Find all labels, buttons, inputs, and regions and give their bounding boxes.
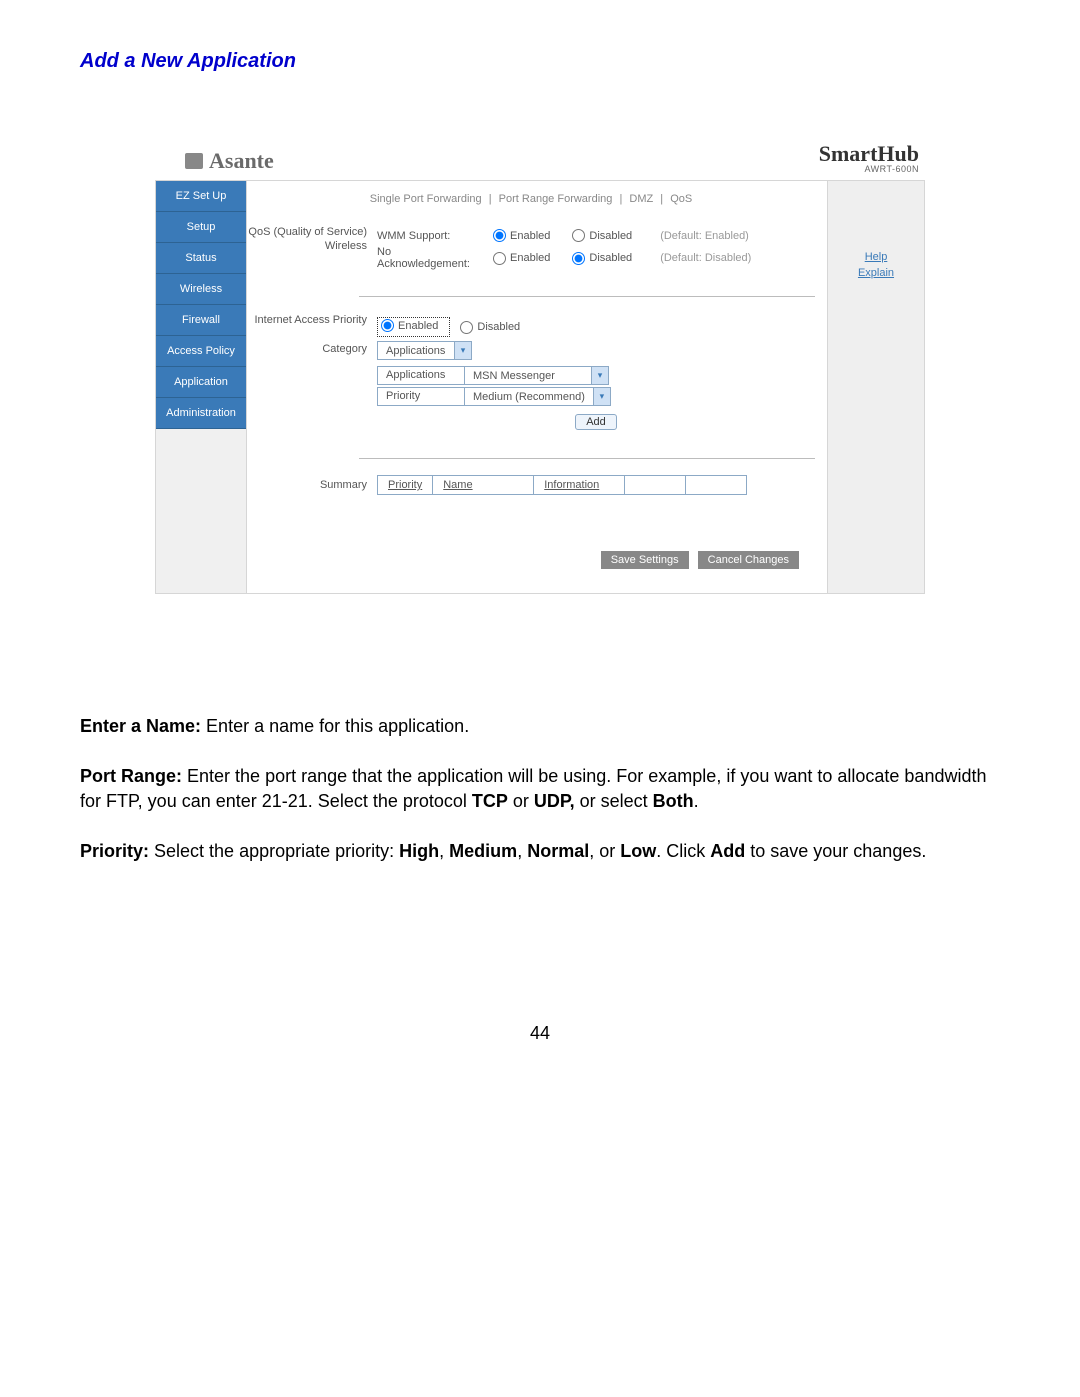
explain-link[interactable]: Explain xyxy=(836,267,916,279)
product-name: SmartHub xyxy=(819,143,919,165)
document-body: Enter a Name: Enter a name for this appl… xyxy=(80,714,1000,863)
sidebar-item-setup[interactable]: Setup xyxy=(156,212,246,243)
applications-select[interactable]: MSN Messenger ▾ xyxy=(464,366,609,385)
noack-disabled-radio[interactable]: Disabled xyxy=(572,252,632,265)
enter-a-name-label: Enter a Name: xyxy=(80,716,201,736)
summary-col-empty2 xyxy=(685,475,747,495)
iap-section-label: Internet Access Priority Category xyxy=(247,313,377,436)
save-settings-button[interactable]: Save Settings xyxy=(601,551,689,569)
sidebar: EZ Set Up Setup Status Wireless Firewall… xyxy=(156,181,247,593)
router-ui: Asante SmartHub AWRT-600N EZ Set Up Setu… xyxy=(155,143,925,594)
sidebar-item-access-policy[interactable]: Access Policy xyxy=(156,336,246,367)
add-button[interactable]: Add xyxy=(575,414,617,430)
product-branding: SmartHub AWRT-600N xyxy=(819,143,919,174)
applications-row-label: Applications xyxy=(377,366,465,385)
summary-col-information[interactable]: Information xyxy=(533,475,625,495)
tab-dmz[interactable]: DMZ xyxy=(625,193,657,205)
wmm-default-hint: (Default: Enabled) xyxy=(660,230,749,242)
summary-label: Summary xyxy=(247,478,377,492)
sidebar-item-application[interactable]: Application xyxy=(156,367,246,398)
brand-logo-icon xyxy=(185,153,203,169)
chevron-down-icon: ▾ xyxy=(454,342,471,359)
chevron-down-icon: ▾ xyxy=(593,388,610,405)
iap-enabled-radio[interactable]: Enabled xyxy=(381,319,438,332)
summary-col-empty1 xyxy=(624,475,686,495)
wmm-support-label: WMM Support: xyxy=(377,230,479,242)
page-number: 44 xyxy=(80,1023,1000,1044)
document-section-title: Add a New Application xyxy=(80,50,1000,73)
priority-label: Priority: xyxy=(80,841,149,861)
noack-default-hint: (Default: Disabled) xyxy=(660,252,751,264)
wmm-disabled-radio[interactable]: Disabled xyxy=(572,229,632,242)
priority-select[interactable]: Medium (Recommend) ▾ xyxy=(464,387,611,406)
summary-col-name[interactable]: Name xyxy=(432,475,534,495)
sidebar-item-wireless[interactable]: Wireless xyxy=(156,274,246,305)
sidebar-item-ez-setup[interactable]: EZ Set Up xyxy=(156,181,246,212)
sidebar-item-administration[interactable]: Administration xyxy=(156,398,246,429)
tab-single-port-forwarding[interactable]: Single Port Forwarding xyxy=(366,193,486,205)
tab-bar: Single Port Forwarding | Port Range Forw… xyxy=(247,181,815,219)
port-range-label: Port Range: xyxy=(80,766,182,786)
tab-port-range-forwarding[interactable]: Port Range Forwarding xyxy=(495,193,617,205)
sidebar-item-status[interactable]: Status xyxy=(156,243,246,274)
enter-a-name-text: Enter a name for this application. xyxy=(201,716,469,736)
help-panel: Help Explain xyxy=(827,181,924,593)
category-select[interactable]: Applications ▾ xyxy=(377,341,472,360)
brand: Asante xyxy=(185,148,274,174)
noack-label: No Acknowledgement: xyxy=(377,246,479,270)
tab-qos[interactable]: QoS xyxy=(666,193,696,205)
wmm-enabled-radio[interactable]: Enabled xyxy=(493,229,550,242)
iap-disabled-radio[interactable]: Disabled xyxy=(460,321,520,334)
cancel-changes-button[interactable]: Cancel Changes xyxy=(698,551,799,569)
summary-col-priority[interactable]: Priority xyxy=(377,475,433,495)
noack-enabled-radio[interactable]: Enabled xyxy=(493,252,550,265)
sidebar-item-firewall[interactable]: Firewall xyxy=(156,305,246,336)
help-link[interactable]: Help xyxy=(836,251,916,263)
qos-section-label: QoS (Quality of Service) Wireless xyxy=(247,225,377,274)
summary-table: Priority Name Information xyxy=(377,475,815,495)
chevron-down-icon: ▾ xyxy=(591,367,608,384)
brand-text: Asante xyxy=(209,148,274,174)
product-model: AWRT-600N xyxy=(819,165,919,174)
priority-row-label: Priority xyxy=(377,387,465,406)
